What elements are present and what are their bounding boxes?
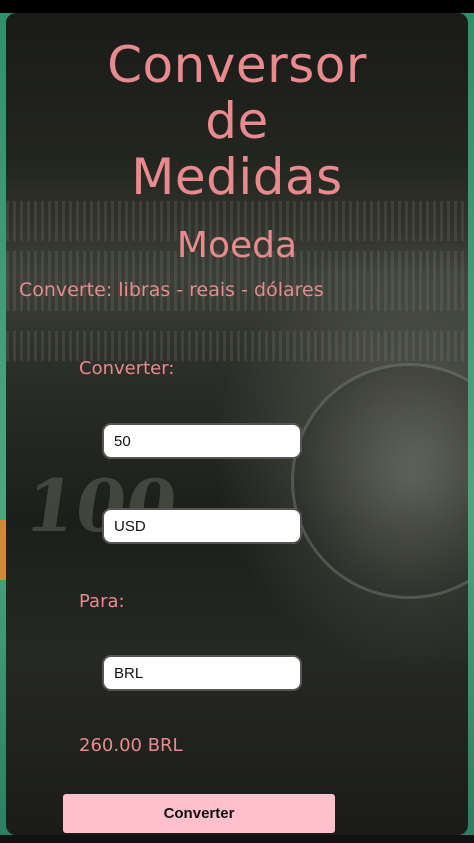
from-currency-input[interactable]	[102, 508, 302, 544]
amount-input[interactable]	[102, 423, 302, 459]
title-line: Conversor	[107, 36, 367, 94]
page-title: Conversor de Medidas	[6, 37, 468, 205]
title-line: de	[205, 92, 269, 150]
converter-card: 100 Conversor de Medidas Moeda Converte:…	[6, 13, 468, 835]
page-description: Converte: libras - reais - dólares	[19, 279, 324, 301]
conversion-result: 260.00 BRL	[79, 735, 183, 756]
banknote-stripe	[6, 331, 468, 361]
bottom-bar	[0, 835, 474, 843]
convert-button[interactable]: Converter	[63, 794, 335, 833]
para-label: Para:	[79, 591, 125, 612]
title-line: Medidas	[131, 148, 343, 206]
converter-label: Converter:	[79, 358, 175, 379]
banknote-portrait	[291, 363, 468, 599]
page-subtitle: Moeda	[176, 225, 298, 266]
top-bar	[0, 0, 474, 13]
to-currency-input[interactable]	[102, 655, 302, 691]
